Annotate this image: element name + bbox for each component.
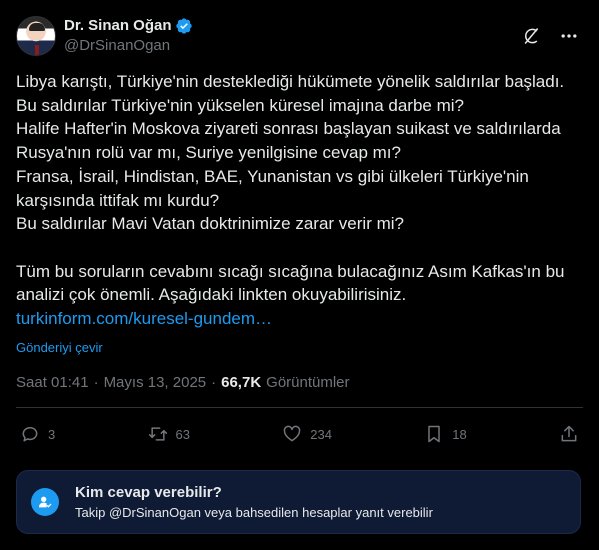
reply-icon bbox=[22, 427, 38, 442]
tweet-text: Libya karıştı, Türkiye'nin desteklediği … bbox=[16, 70, 583, 331]
tweet-paragraph-1: Libya karıştı, Türkiye'nin desteklediği … bbox=[16, 72, 565, 234]
repost-count: 63 bbox=[175, 426, 190, 442]
user-check-icon bbox=[31, 488, 59, 516]
repost-button[interactable]: 63 bbox=[148, 424, 190, 444]
tweet-paragraph-2: Tüm bu soruların cevabını sıcağı sıcağın… bbox=[16, 261, 570, 305]
tweet-time[interactable]: Saat 01:41 bbox=[16, 374, 89, 391]
tweet-detail: Dr. Sinan Oğan @DrSinanOgan Libya karışt… bbox=[0, 0, 599, 550]
avatar[interactable] bbox=[16, 16, 56, 56]
author-handle[interactable]: @DrSinanOgan bbox=[64, 36, 193, 56]
bookmark-button[interactable]: 18 bbox=[424, 424, 467, 444]
bookmark-icon bbox=[428, 425, 440, 443]
author-display-name[interactable]: Dr. Sinan Oğan bbox=[64, 16, 172, 36]
reply-button[interactable]: 3 bbox=[20, 424, 55, 444]
reply-restriction-title: Kim cevap verebilir? bbox=[75, 484, 222, 501]
views-label: Görüntümler bbox=[266, 374, 350, 391]
bookmark-count: 18 bbox=[452, 426, 467, 442]
reply-restriction-description: Takip @DrSinanOgan veya bahsedilen hesap… bbox=[75, 505, 433, 520]
like-button[interactable]: 234 bbox=[282, 424, 332, 444]
tweet-header: Dr. Sinan Oğan @DrSinanOgan bbox=[16, 14, 583, 58]
translate-post-link[interactable]: Gönderiyi çevir bbox=[16, 340, 103, 355]
meta-separator: · bbox=[93, 374, 99, 391]
reply-count: 3 bbox=[48, 426, 56, 442]
like-count: 234 bbox=[310, 426, 332, 442]
reply-restriction-text: Kim cevap verebilir? Takip @DrSinanOgan … bbox=[75, 484, 433, 520]
meta-separator: · bbox=[211, 374, 217, 391]
name-row: Dr. Sinan Oğan bbox=[64, 16, 193, 36]
avatar-tie bbox=[35, 45, 39, 55]
header-actions bbox=[521, 26, 583, 46]
views-count: 66,7K bbox=[221, 374, 262, 391]
grok-icon[interactable] bbox=[521, 26, 541, 46]
repost-icon bbox=[148, 427, 167, 441]
heart-icon bbox=[283, 425, 301, 442]
share-button[interactable] bbox=[559, 424, 579, 444]
divider-top bbox=[16, 407, 583, 408]
tweet-date[interactable]: Mayıs 13, 2025 bbox=[104, 374, 207, 391]
share-icon bbox=[561, 425, 577, 442]
reply-restriction-box: Kim cevap verebilir? Takip @DrSinanOgan … bbox=[16, 470, 581, 534]
author-info: Dr. Sinan Oğan @DrSinanOgan bbox=[64, 16, 193, 56]
more-horizontal-icon[interactable] bbox=[559, 26, 579, 46]
verified-badge-icon bbox=[175, 17, 193, 35]
action-bar: 3 63 234 18 bbox=[16, 422, 583, 446]
tweet-link[interactable]: turkinform.com/kuresel-gundem… bbox=[16, 309, 272, 328]
tweet-meta: Saat 01:41 · Mayıs 13, 2025 · 66,7K Görü… bbox=[16, 374, 350, 391]
avatar-hair bbox=[29, 23, 45, 31]
